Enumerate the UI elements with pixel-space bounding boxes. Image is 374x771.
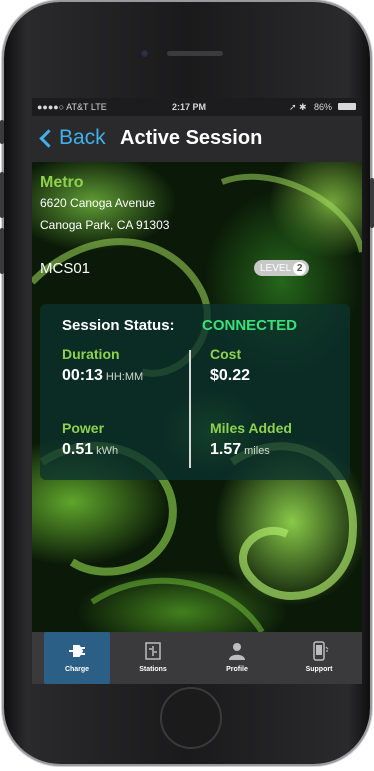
front-camera	[140, 49, 149, 58]
miles-added-value: 1.57 miles	[210, 441, 270, 459]
duration-unit: HH:MM	[105, 371, 144, 383]
page-title: Active Session	[120, 127, 263, 149]
session-status-label: Session Status:	[62, 317, 175, 334]
tab-profile[interactable]: Profile	[204, 632, 270, 684]
miles-added-label: Miles Added	[210, 420, 292, 436]
app-screen: ●●●●○ AT&T LTE 2:17 PM ➚ ✱ 86% Back Acti…	[32, 98, 362, 684]
status-bar: ●●●●○ AT&T LTE 2:17 PM ➚ ✱ 86%	[32, 98, 362, 116]
tab-charge-label: Charge	[64, 666, 90, 673]
back-label: Back	[59, 126, 106, 149]
miles-number: 1.57	[210, 441, 242, 458]
session-status-value: CONNECTED	[202, 317, 298, 334]
cost-value: $0.22	[210, 367, 251, 384]
home-button[interactable]	[160, 687, 222, 749]
station-name: Metro	[40, 174, 84, 191]
tab-support-label: Support	[305, 666, 333, 673]
tab-stations[interactable]: Stations	[120, 632, 186, 684]
tab-support[interactable]: Support	[286, 632, 352, 684]
chevron-left-icon	[39, 128, 58, 148]
map-icon	[145, 642, 161, 660]
cost-label: Cost	[210, 346, 242, 362]
battery-percent: 86%	[314, 102, 333, 112]
tab-bar: Charge Stations Profile Support	[32, 632, 362, 684]
tab-stations-label: Stations	[139, 666, 167, 673]
power-unit: kWh	[96, 445, 119, 457]
duration-label: Duration	[62, 346, 120, 362]
level-badge: LEVEL 2	[254, 260, 310, 276]
miles-unit: miles	[244, 445, 270, 457]
tab-charge[interactable]: Charge	[44, 632, 110, 684]
back-button[interactable]: Back	[38, 126, 106, 150]
power-label: Power	[62, 420, 105, 436]
level-label: LEVEL	[260, 262, 292, 274]
duration-number: 00:13	[62, 367, 103, 384]
person-icon	[229, 643, 245, 660]
battery-icon	[338, 103, 356, 110]
earpiece-speaker	[167, 51, 223, 56]
power-button	[370, 178, 374, 228]
station-address-line2: Canoga Park, CA 91303	[40, 218, 170, 232]
volume-down-button	[0, 228, 4, 274]
station-address-line1: 6620 Canoga Avenue	[40, 196, 156, 210]
mute-switch	[0, 120, 4, 144]
nav-bar: Back Active Session	[32, 116, 362, 162]
power-value: 0.51 kWh	[62, 441, 118, 459]
bluetooth-icon: ➚ ✱	[289, 102, 307, 112]
volume-up-button	[0, 172, 4, 218]
power-number: 0.51	[62, 441, 94, 458]
metric-divider	[189, 350, 191, 468]
carrier-signal: ●●●●○ AT&T LTE	[37, 102, 107, 112]
duration-value: 00:13 HH:MM	[62, 367, 143, 385]
level-number: 2	[293, 261, 307, 275]
plug-icon	[69, 645, 85, 657]
phone-icon	[313, 641, 329, 661]
tab-profile-label: Profile	[226, 666, 248, 673]
clock: 2:17 PM	[172, 102, 207, 112]
station-id: MCS01	[40, 260, 91, 277]
session-status-card: Session Status: CONNECTED Duration 00:13…	[40, 304, 350, 480]
